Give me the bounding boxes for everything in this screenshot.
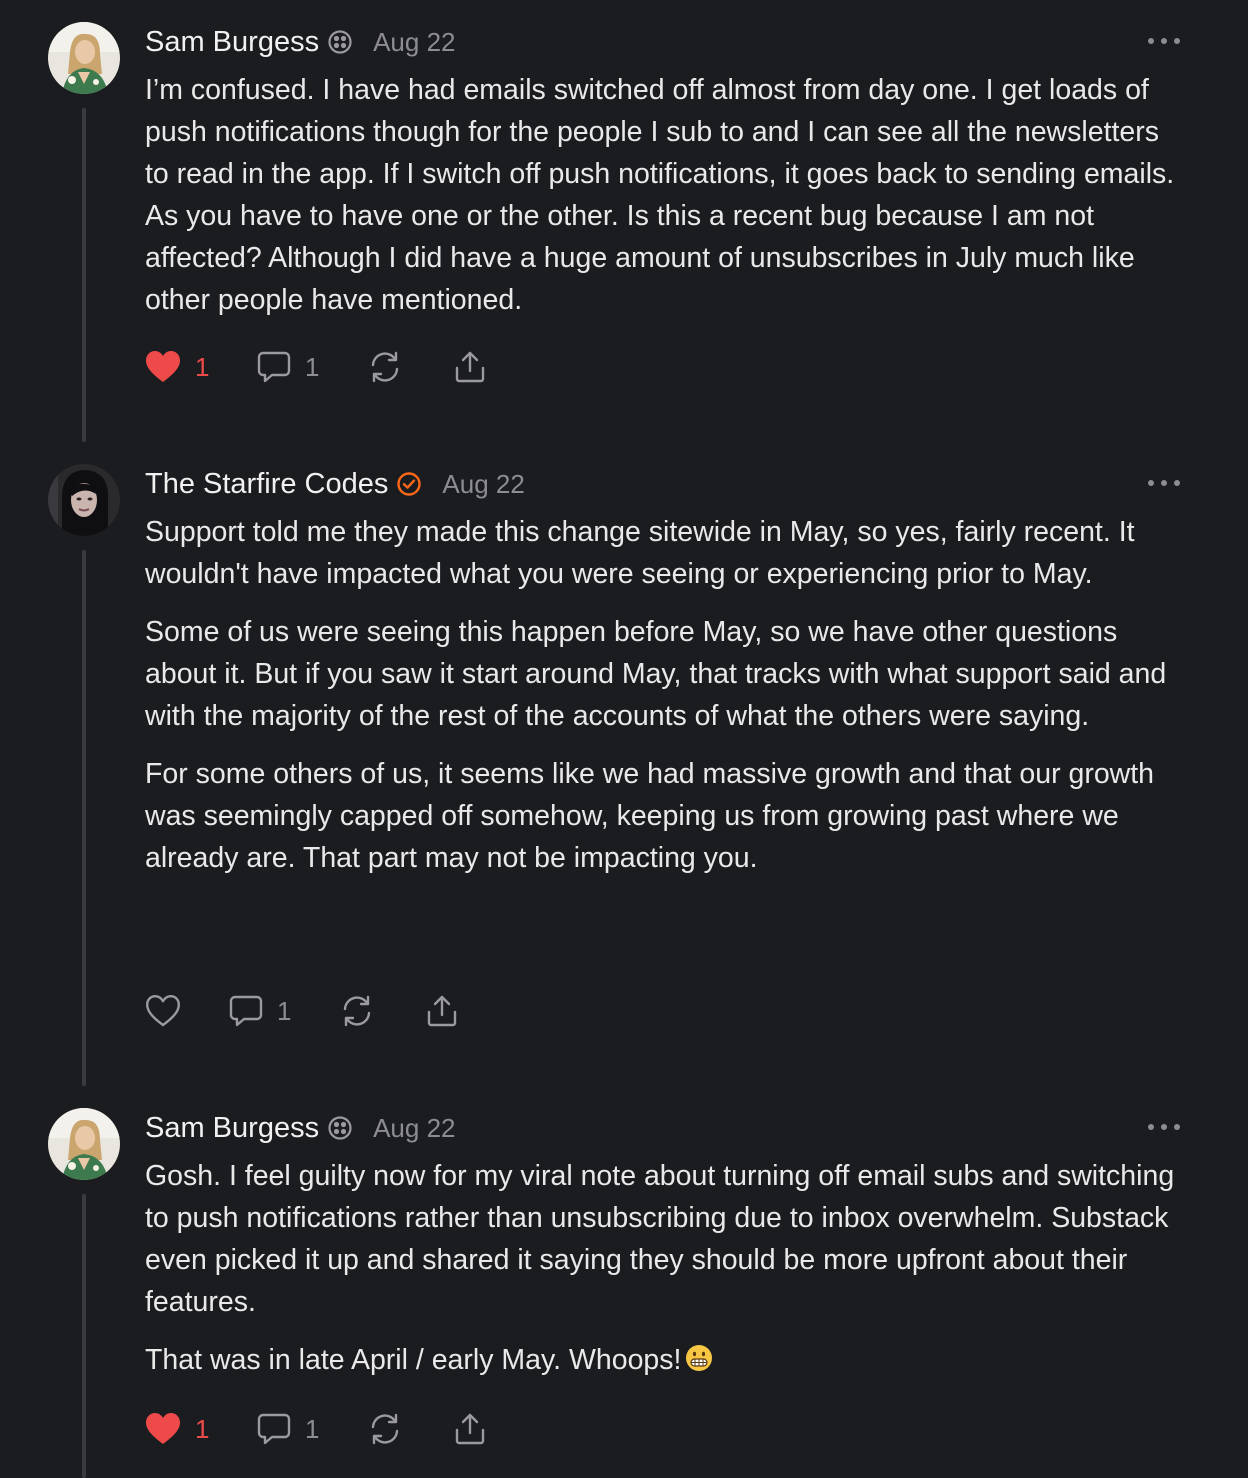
verified-check-icon (396, 471, 422, 497)
like-button[interactable]: 1 (145, 347, 209, 387)
comment-icon (257, 1413, 291, 1445)
share-button[interactable] (453, 1409, 487, 1449)
restack-button[interactable] (368, 1409, 402, 1449)
restack-button[interactable] (340, 991, 374, 1031)
reply-count: 1 (277, 995, 292, 1026)
like-count: 1 (195, 351, 210, 382)
comment-paragraph: That was in late April / early May. Whoo… (145, 1339, 1185, 1381)
avatar[interactable] (48, 464, 120, 536)
comment-header: Sam Burgess Aug 22 (145, 1108, 455, 1148)
reply-button[interactable]: 1 (257, 1409, 319, 1449)
founding-member-badge-icon (327, 1115, 353, 1141)
share-button[interactable] (453, 347, 487, 387)
comment-paragraph: Support told me they made this change si… (145, 516, 1135, 590)
comment-body: Gosh. I feel guilty now for my viral not… (145, 1155, 1185, 1381)
avatar[interactable] (48, 1108, 120, 1180)
like-count: 1 (195, 1413, 210, 1444)
thread-line (82, 108, 86, 442)
share-icon (455, 1413, 485, 1445)
comment-paragraph: Gosh. I feel guilty now for my viral not… (145, 1160, 1175, 1318)
comment-text: That was in late April / early May. Whoo… (145, 1344, 682, 1376)
author-name[interactable]: Sam Burgess (145, 1112, 319, 1145)
author-name[interactable]: The Starfire Codes (145, 468, 388, 501)
comment-paragraph: Some of us were seeing this happen befor… (145, 616, 1167, 732)
restack-icon (371, 1413, 399, 1445)
founding-member-badge-icon (327, 29, 353, 55)
reply-button[interactable]: 1 (229, 991, 291, 1031)
like-button[interactable]: 1 (145, 1409, 209, 1449)
share-icon (455, 351, 485, 383)
restack-icon (371, 351, 399, 383)
comment-header: The Starfire Codes Aug 22 (145, 464, 525, 504)
heart-filled-icon (146, 351, 180, 382)
thread-line (82, 550, 86, 1086)
like-button[interactable] (145, 991, 181, 1031)
comment-header: Sam Burgess Aug 22 (145, 22, 455, 62)
comment: Sam Burgess Aug 22 Gosh. I feel guilty n… (0, 1108, 1248, 1478)
reply-count: 1 (305, 1413, 320, 1444)
grimacing-face-emoji (685, 1342, 713, 1371)
restack-button[interactable] (368, 347, 402, 387)
comment-body: I’m confused. I have had emails switched… (145, 69, 1185, 321)
comment-paragraph: I’m confused. I have had emails switched… (145, 74, 1175, 316)
comment-paragraph: For some others of us, it seems like we … (145, 758, 1155, 874)
comment-date: Aug 22 (373, 1112, 456, 1143)
more-options-icon[interactable] (1148, 34, 1180, 48)
comment: The Starfire Codes Aug 22 Support told m… (0, 464, 1248, 1086)
comment-body: Support told me they made this change si… (145, 511, 1185, 879)
author-name[interactable]: Sam Burgess (145, 26, 319, 59)
comment: Sam Burgess Aug 22 I’m confused. I have … (0, 22, 1248, 442)
comment-date: Aug 22 (442, 468, 525, 499)
comment-icon (257, 351, 291, 383)
comment-date: Aug 22 (373, 26, 456, 57)
more-options-icon[interactable] (1148, 1120, 1180, 1134)
heart-filled-icon (146, 1413, 180, 1444)
thread-line (82, 1194, 86, 1478)
more-options-icon[interactable] (1148, 476, 1180, 490)
share-button[interactable] (425, 991, 459, 1031)
share-icon (427, 995, 457, 1027)
comment-icon (229, 995, 263, 1027)
reply-count: 1 (305, 351, 320, 382)
heart-outline-icon (146, 995, 180, 1027)
restack-icon (343, 995, 371, 1027)
reply-button[interactable]: 1 (257, 347, 319, 387)
avatar[interactable] (48, 22, 120, 94)
